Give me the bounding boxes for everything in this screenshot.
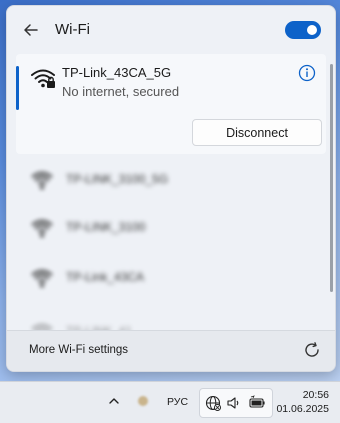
refresh-icon[interactable] [303, 341, 321, 359]
network-item[interactable]: TP-LINK_3100 [16, 204, 316, 254]
network-name: TP-Link_43CA_5G [62, 65, 172, 80]
back-arrow-icon[interactable] [21, 20, 41, 40]
wifi-toggle[interactable] [285, 21, 321, 39]
wifi-flyout: Wi-Fi TP-Link_43CA_5G No internet, secur… [6, 5, 336, 372]
language-indicator[interactable]: РУС [167, 396, 188, 408]
clock-time: 20:56 [302, 389, 329, 401]
flyout-header: Wi-Fi [7, 6, 335, 54]
chevron-up-icon[interactable] [107, 394, 121, 408]
disconnect-button[interactable]: Disconnect [192, 119, 322, 146]
more-wifi-settings-link[interactable]: More Wi-Fi settings [29, 344, 128, 356]
network-item[interactable]: TP-Link_43CA [16, 254, 316, 304]
taskbar: РУС 20:56 01.06.2025 [0, 381, 340, 423]
network-label: TP-LINK_3100_5G [66, 172, 169, 186]
globe-icon [205, 395, 221, 411]
info-icon[interactable] [298, 64, 316, 82]
wifi-icon [31, 171, 53, 190]
clock-date: 01.06.2025 [276, 403, 329, 415]
wifi-icon [31, 269, 53, 288]
network-item[interactable]: TP-LINK_3100_5G [16, 156, 316, 206]
page-title: Wi-Fi [55, 21, 90, 38]
battery-icon [249, 395, 265, 408]
network-label: TP-LINK_3100 [66, 220, 146, 234]
system-clock[interactable]: 20:56 01.06.2025 [276, 388, 329, 416]
quick-settings-button[interactable] [199, 388, 273, 418]
toggle-knob [307, 25, 317, 35]
selection-indicator [16, 66, 19, 110]
volume-icon [227, 397, 239, 409]
flyout-footer: More Wi-Fi settings [7, 330, 335, 371]
connected-network-card[interactable]: TP-Link_43CA_5G No internet, secured Dis… [16, 54, 326, 154]
wifi-lock-icon [31, 69, 55, 88]
network-list: TP-LINK_3100_5G TP-LINK_3100 TP-Link_43C… [16, 156, 326, 341]
network-label: TP-Link_43CA [66, 270, 145, 284]
scrollbar[interactable] [330, 64, 333, 292]
wifi-icon [31, 219, 53, 238]
tray-app-icon[interactable] [138, 396, 148, 406]
network-status: No internet, secured [62, 84, 180, 99]
